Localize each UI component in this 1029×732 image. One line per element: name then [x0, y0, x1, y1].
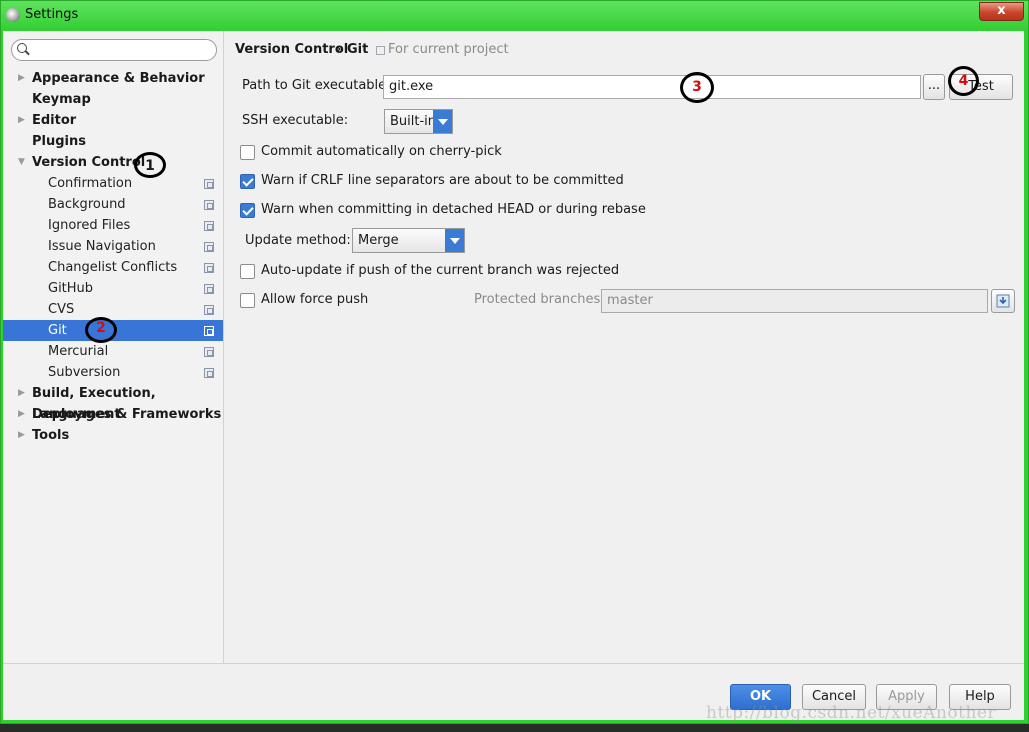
breadcrumb-version-control[interactable]: Version Control: [235, 42, 348, 57]
browse-button[interactable]: ...: [923, 74, 945, 100]
tree-item-label: Subversion: [48, 365, 121, 380]
tree-item-label: Editor: [32, 113, 77, 128]
warn-detached-head-checkbox[interactable]: [240, 203, 255, 218]
project-scope-icon: [204, 305, 214, 315]
protected-branches-label: Protected branches:: [474, 292, 605, 307]
breadcrumb-git: Git: [347, 42, 369, 57]
tree-item-editor[interactable]: ▶ Editor: [3, 110, 223, 131]
warn-detached-head-label[interactable]: Warn when committing in detached HEAD or…: [261, 202, 646, 217]
watermark-text: http://blog.csdn.net/xueAnother: [706, 703, 997, 723]
warn-crlf-checkbox[interactable]: [240, 174, 255, 189]
expand-arrow-icon[interactable]: ▶: [18, 68, 28, 89]
expand-arrow-icon[interactable]: ▶: [18, 404, 28, 425]
window-title: Settings: [25, 7, 79, 22]
settings-window: Settings x ▶ Appearance & Behavior Keyma…: [0, 0, 1029, 724]
update-method-label: Update method:: [245, 233, 351, 248]
app-icon: [6, 8, 20, 22]
expand-arrow-icon[interactable]: ▶: [18, 425, 28, 446]
tree-item-label: Git: [48, 323, 67, 338]
expand-arrow-icon[interactable]: ▶: [18, 110, 28, 131]
tree-item-label: Changelist Conflicts: [48, 260, 178, 275]
tree-item-label: Background: [48, 197, 126, 212]
project-scope-icon: [204, 284, 214, 294]
settings-search-input[interactable]: [11, 39, 217, 61]
tree-item-mercurial[interactable]: Mercurial: [3, 341, 223, 362]
collapse-arrow-icon[interactable]: ▼: [18, 152, 28, 173]
git-settings-panel: Version Control › Git For current projec…: [225, 31, 1024, 663]
auto-update-checkbox[interactable]: [240, 264, 255, 279]
allow-force-push-checkbox[interactable]: [240, 293, 255, 308]
tree-item-label: Confirmation: [48, 176, 133, 191]
project-scope-icon: [204, 200, 214, 210]
ssh-executable-select[interactable]: Built-in: [384, 109, 453, 134]
breadcrumb-separator: ›: [336, 42, 342, 57]
chevron-down-icon[interactable]: [445, 229, 464, 252]
breadcrumb-scope: For current project: [388, 42, 509, 57]
expand-arrow-icon[interactable]: ▶: [18, 383, 28, 404]
tree-item-subversion[interactable]: Subversion: [3, 362, 223, 383]
tree-item-label: Ignored Files: [48, 218, 131, 233]
project-scope-icon: [204, 179, 214, 189]
tree-item-languages-frameworks[interactable]: ▶ Languages & Frameworks: [3, 404, 223, 425]
project-scope-icon: [204, 368, 214, 378]
tree-item-version-control[interactable]: ▼ Version Control: [3, 152, 223, 173]
tree-item-cvs[interactable]: CVS: [3, 299, 223, 320]
title-bar[interactable]: Settings x: [1, 1, 1028, 30]
update-method-select[interactable]: Merge: [352, 228, 465, 253]
project-scope-icon: [376, 46, 385, 55]
tree-item-issue-navigation[interactable]: Issue Navigation: [3, 236, 223, 257]
close-button[interactable]: x: [979, 2, 1024, 21]
search-icon: [17, 43, 27, 53]
warn-crlf-label[interactable]: Warn if CRLF line separators are about t…: [261, 173, 624, 188]
import-icon: [996, 294, 1010, 308]
tree-item-label: Keymap: [32, 92, 91, 107]
tree-item-confirmation[interactable]: Confirmation: [3, 173, 223, 194]
annotation-circle-2: 2: [85, 317, 117, 343]
commit-on-cherry-pick-label[interactable]: Commit automatically on cherry-pick: [261, 144, 502, 159]
project-scope-icon: [204, 326, 214, 336]
project-scope-icon: [204, 347, 214, 357]
allow-force-push-label[interactable]: Allow force push: [261, 292, 368, 307]
tree-item-label: Languages & Frameworks: [32, 407, 222, 422]
path-to-git-label: Path to Git executable:: [242, 78, 391, 93]
project-scope-icon: [204, 221, 214, 231]
git-path-input[interactable]: git.exe: [383, 75, 921, 99]
tree-item-label: Version Control: [32, 155, 146, 170]
tree-item-label: GitHub: [48, 281, 94, 296]
tree-item-plugins[interactable]: Plugins: [3, 131, 223, 152]
tree-item-build-execution-deployment[interactable]: ▶ Build, Execution, Deployment: [3, 383, 223, 422]
protected-branches-browse-button[interactable]: [991, 289, 1015, 313]
annotation-circle-3: 3: [680, 72, 714, 103]
tree-item-github[interactable]: GitHub: [3, 278, 223, 299]
tree-item-appearance-behavior[interactable]: ▶ Appearance & Behavior: [3, 68, 223, 89]
chevron-down-icon[interactable]: [433, 110, 452, 133]
commit-on-cherry-pick-checkbox[interactable]: [240, 145, 255, 160]
tree-item-label: Issue Navigation: [48, 239, 156, 254]
taskbar: [0, 724, 1029, 732]
tree-item-tools[interactable]: ▶ Tools: [3, 425, 223, 446]
annotation-circle-4: 4: [948, 66, 979, 96]
ssh-executable-label: SSH executable:: [242, 113, 349, 128]
update-method-value: Merge: [358, 233, 399, 248]
settings-sidebar: ▶ Appearance & Behavior Keymap ▶ Editor …: [3, 31, 224, 663]
project-scope-icon: [204, 242, 214, 252]
protected-branches-input[interactable]: master: [601, 289, 988, 313]
tree-item-label: Tools: [32, 428, 70, 443]
tree-item-label: CVS: [48, 302, 75, 317]
project-scope-icon: [204, 263, 214, 273]
auto-update-label[interactable]: Auto-update if push of the current branc…: [261, 263, 619, 278]
tree-item-background[interactable]: Background: [3, 194, 223, 215]
tree-item-ignored-files[interactable]: Ignored Files: [3, 215, 223, 236]
tree-item-label: Plugins: [32, 134, 86, 149]
dialog-body: ▶ Appearance & Behavior Keymap ▶ Editor …: [3, 31, 1024, 720]
tree-item-label: Mercurial: [48, 344, 109, 359]
tree-item-label: Appearance & Behavior: [32, 71, 205, 86]
tree-item-keymap[interactable]: Keymap: [3, 89, 223, 110]
ssh-executable-value: Built-in: [390, 114, 437, 129]
annotation-circle-1: 1: [134, 152, 166, 178]
tree-item-changelist-conflicts[interactable]: Changelist Conflicts: [3, 257, 223, 278]
